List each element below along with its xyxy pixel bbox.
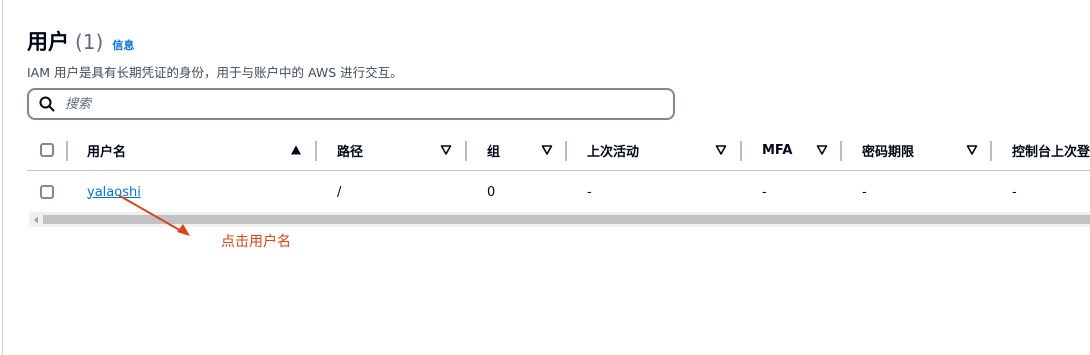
column-separator [315, 141, 317, 161]
cell-password-age: - [862, 171, 867, 213]
chevron-left-icon [34, 216, 38, 223]
users-table: 用户名 路径 组 上次活动 MFA 密码期限 控制台上次登 yalaoshi /… [27, 130, 1090, 213]
column-header-mfa[interactable]: MFA [762, 130, 792, 170]
cell-text: - [587, 184, 592, 200]
column-label: 路径 [337, 144, 364, 160]
cell-group: 0 [487, 171, 495, 213]
user-count: (1) [75, 30, 104, 54]
column-label: 组 [487, 144, 501, 160]
table-header-row: 用户名 路径 组 上次活动 MFA 密码期限 控制台上次登 [27, 130, 1090, 171]
cell-text: - [1012, 184, 1017, 200]
annotation-text: 点击用户名 [221, 234, 291, 250]
scroll-left-arrow[interactable] [29, 212, 43, 227]
column-header-password-age[interactable]: 密码期限 [862, 130, 914, 170]
search-box[interactable] [27, 88, 675, 120]
cell-mfa: - [762, 171, 767, 213]
column-label: 密码期限 [862, 144, 915, 160]
search-icon [39, 96, 55, 112]
cell-path: / [337, 171, 341, 213]
column-label: 控制台上次登 [1012, 144, 1090, 160]
page-header: 用户 (1) 信息 [27, 26, 134, 56]
table-row: yalaoshi / 0 - - - - [27, 171, 1090, 213]
column-header-last-activity[interactable]: 上次活动 [587, 130, 639, 170]
cell-text: - [762, 184, 767, 200]
sort-ascending-icon[interactable] [290, 144, 302, 156]
column-separator [840, 141, 842, 161]
sort-caret-down-icon[interactable] [966, 144, 978, 156]
cell-console-last-signin: - [1012, 171, 1017, 213]
cell-text: - [862, 184, 867, 200]
scrollbar-thumb[interactable] [43, 215, 1090, 224]
username-link[interactable]: yalaoshi [87, 185, 141, 200]
cell-text: / [337, 184, 342, 200]
column-label: 上次活动 [587, 144, 640, 160]
column-separator [465, 141, 467, 161]
cell-last-activity: - [587, 171, 592, 213]
column-header-username[interactable]: 用户名 [87, 130, 126, 170]
column-separator [66, 141, 68, 161]
sort-caret-down-icon[interactable] [440, 144, 452, 156]
column-header-console-last-signin[interactable]: 控制台上次登 [1012, 130, 1090, 170]
column-header-group[interactable]: 组 [487, 130, 500, 170]
column-separator [990, 141, 992, 161]
row-select-checkbox[interactable] [40, 185, 54, 199]
column-header-path[interactable]: 路径 [337, 130, 363, 170]
column-separator [565, 141, 567, 161]
cell-username: yalaoshi [87, 171, 141, 213]
sort-caret-down-icon[interactable] [816, 144, 828, 156]
info-link[interactable]: 信息 [112, 37, 134, 53]
sort-caret-down-icon[interactable] [541, 144, 553, 156]
search-input[interactable] [65, 93, 655, 115]
page-title: 用户 [27, 30, 69, 54]
column-label: 用户名 [87, 144, 127, 160]
horizontal-scrollbar[interactable] [29, 212, 1090, 227]
column-separator [740, 141, 742, 161]
page-description: IAM 用户是具有长期凭证的身份，用于与账户中的 AWS 进行交互。 [27, 65, 403, 80]
column-label: MFA [762, 142, 793, 158]
select-all-checkbox[interactable] [40, 143, 54, 157]
left-edge-rule [2, 0, 3, 355]
cell-text: 0 [487, 184, 496, 200]
sort-caret-down-icon[interactable] [715, 144, 727, 156]
